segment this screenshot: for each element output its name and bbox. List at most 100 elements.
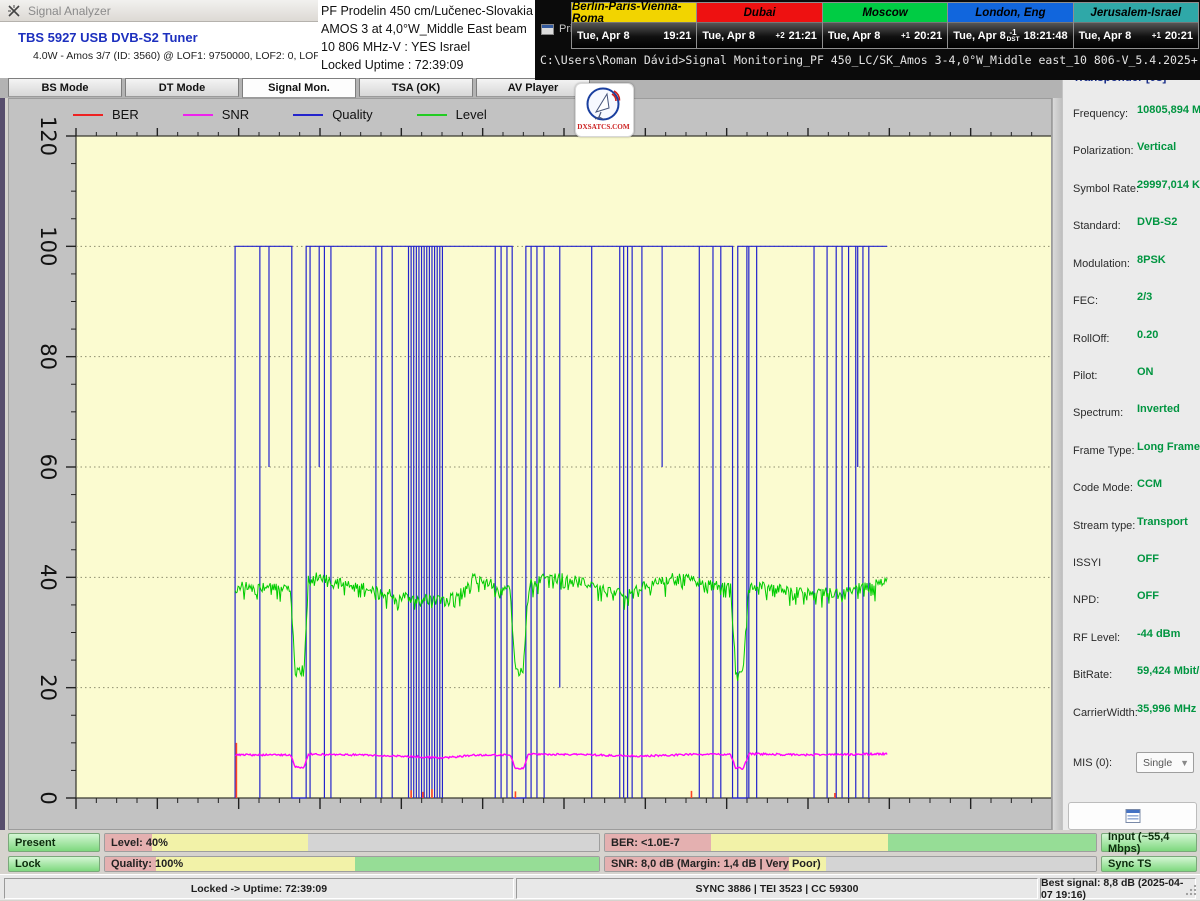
tp-label: Symbol Rate: [1073,183,1139,195]
tp-label: RF Level: [1073,632,1120,644]
clock-date: Tue, Apr 8 [577,30,630,42]
clock-time: 19:21 [663,30,691,42]
transport-stream-button[interactable] [1068,802,1197,830]
clock-time: 21:21 [789,30,817,42]
info-line-3: 10 806 MHz-V : YES Israel [321,38,535,56]
legend-label: BER [112,107,139,122]
stream-list-icon [1125,809,1141,823]
tuner-title: TBS 5927 USB DVB-S2 Tuner [18,30,198,45]
tp-value: CCM [1137,478,1162,490]
tab-av-player[interactable]: AV Player [476,78,590,97]
tp-row-spectrum: Spectrum:Inverted [1073,403,1123,419]
tp-label: Spectrum: [1073,407,1123,419]
bar-segment [888,834,1096,851]
panel-divider [1052,98,1062,830]
tab-dt-mode[interactable]: DT Mode [125,78,239,97]
tp-label: Polarization: [1073,145,1134,157]
tp-value: 2/3 [1137,291,1152,303]
clock-date: Tue, Apr 8 [828,30,881,42]
y-axis-tick-label: 60 [36,454,60,481]
tp-row-issyi: ISSYIOFF [1073,553,1101,569]
tp-label: NPD: [1073,594,1099,606]
tp-value: 59,424 Mbit/s [1137,665,1200,677]
y-axis-tick-label: 120 [36,116,60,156]
tp-value: 0.20 [1137,329,1158,341]
tp-row-frequency: Frequency:10805,894 MHz [1073,104,1128,120]
clock-utc-offset: +1 [901,32,910,40]
signal-chart-region: 020406080100120 BERSNRQualityLevel [8,98,1052,830]
resize-grip[interactable] [1184,883,1198,897]
world-clocks: Berlin-Paris-Vienna-RomaTue, Apr 819:21D… [571,2,1199,49]
clock-berlin-paris-vienna-roma: Berlin-Paris-Vienna-RomaTue, Apr 819:21 [572,3,697,48]
legend-label: Quality [332,107,372,122]
tp-row-modulation: Modulation:8PSK [1073,254,1130,270]
clock-utc-offset: +2 [776,32,785,40]
clock-time-row: Tue, Apr 8+120:21 [1074,23,1198,48]
tp-row-polarization: Polarization:Vertical [1073,141,1134,157]
tp-label: CarrierWidth: [1073,707,1138,719]
console-window: Pri Berlin-Paris-Vienna-RomaTue, Apr 819… [535,0,1200,80]
bar-segment [711,834,888,851]
legend-swatch [183,114,213,116]
tp-value: 35,996 MHz [1137,703,1196,715]
status-bar-snr: SNR: 8,0 dB (Margin: 1,4 dB | Very Poor) [604,856,1097,872]
tp-row-standard: Standard:DVB-S2 [1073,216,1121,232]
tp-label: Stream type: [1073,520,1135,532]
clock-city-label: Moscow [823,3,947,23]
tp-value: ON [1137,366,1154,378]
console-prompt: C:\Users\Roman Dávid>Signal Monitoring_P… [540,53,1198,67]
console-titlebar: Pri [541,23,572,35]
signal-plot: 020406080100120 [9,99,1051,829]
tp-value: -44 dBm [1137,628,1180,640]
console-icon [541,24,554,35]
clock-date: Tue, Apr 8 [702,30,755,42]
legend-label: SNR [222,107,249,122]
legend-item-level: Level [417,107,487,122]
legend-item-quality: Quality [293,107,372,122]
clock-jerusalem-israel: Jerusalem-IsraelTue, Apr 8+120:21 [1074,3,1198,48]
legend-swatch [73,114,103,116]
clock-city-label: Jerusalem-Israel [1074,3,1198,23]
y-axis-tick-label: 40 [36,564,60,591]
tp-label: Frequency: [1073,108,1128,120]
bar-segment [355,857,599,871]
legend-swatch [293,114,323,116]
mis-label: MIS (0): [1073,757,1112,769]
tp-value: Transport [1137,516,1188,528]
tp-row-codemode: Code Mode:CCM [1073,478,1133,494]
dxsatcs-logo: DXSATCS.COM [575,83,634,137]
legend-swatch [417,114,447,116]
tp-label: Modulation: [1073,258,1130,270]
y-axis-tick-label: 20 [36,674,60,701]
tab-tsa-ok-[interactable]: TSA (OK) [359,78,473,97]
status-badge-input: Input (~55,4 Mbps) [1101,833,1197,852]
clock-london-eng: London, EngTue, Apr 8-1DST18:21:48 [948,3,1073,48]
status-bar-level: Level: 40% [104,833,600,852]
bar-segment [826,857,1096,871]
status-bar-quality: Quality: 100% [104,856,600,872]
tp-row-pilot: Pilot:ON [1073,366,1097,382]
status-badge-present: Present [8,833,100,852]
clock-time: 20:21 [1165,30,1193,42]
mis-dropdown[interactable]: Single ▼ [1136,752,1194,773]
tp-row-frametype: Frame Type:Long Frame [1073,441,1135,457]
tp-row-npd: NPD:OFF [1073,590,1099,606]
tab-bs-mode[interactable]: BS Mode [8,78,122,97]
clock-time-row: Tue, Apr 8 19:21 [572,23,696,48]
app-title: Signal Analyzer [28,4,111,18]
tp-row-streamtype: Stream type:Transport [1073,516,1135,532]
tp-value: 29997,014 KS/s [1137,179,1200,191]
tab-signal-mon-[interactable]: Signal Mon. [242,78,356,98]
status-badge-sync: Sync TS [1101,856,1197,872]
clock-time-row: Tue, Apr 8-1DST18:21:48 [948,23,1072,48]
clock-utc-offset: +1 [1152,32,1161,40]
tp-row-rflevel: RF Level:-44 dBm [1073,628,1120,644]
clock-utc-offset: -1DST [1007,29,1020,43]
tp-row-carrierwidth: CarrierWidth:35,996 MHz [1073,703,1138,719]
info-overlay: PF Prodelin 450 cm/Lučenec-SlovakiaAMOS … [318,0,535,80]
clock-date: Tue, Apr 8 [953,30,1006,42]
window-frame-edge [0,98,5,830]
clock-time-row: Tue, Apr 8 +2 21:21 [697,23,821,48]
tp-label: FEC: [1073,295,1098,307]
bar-label: Quality: 100% [111,858,183,870]
